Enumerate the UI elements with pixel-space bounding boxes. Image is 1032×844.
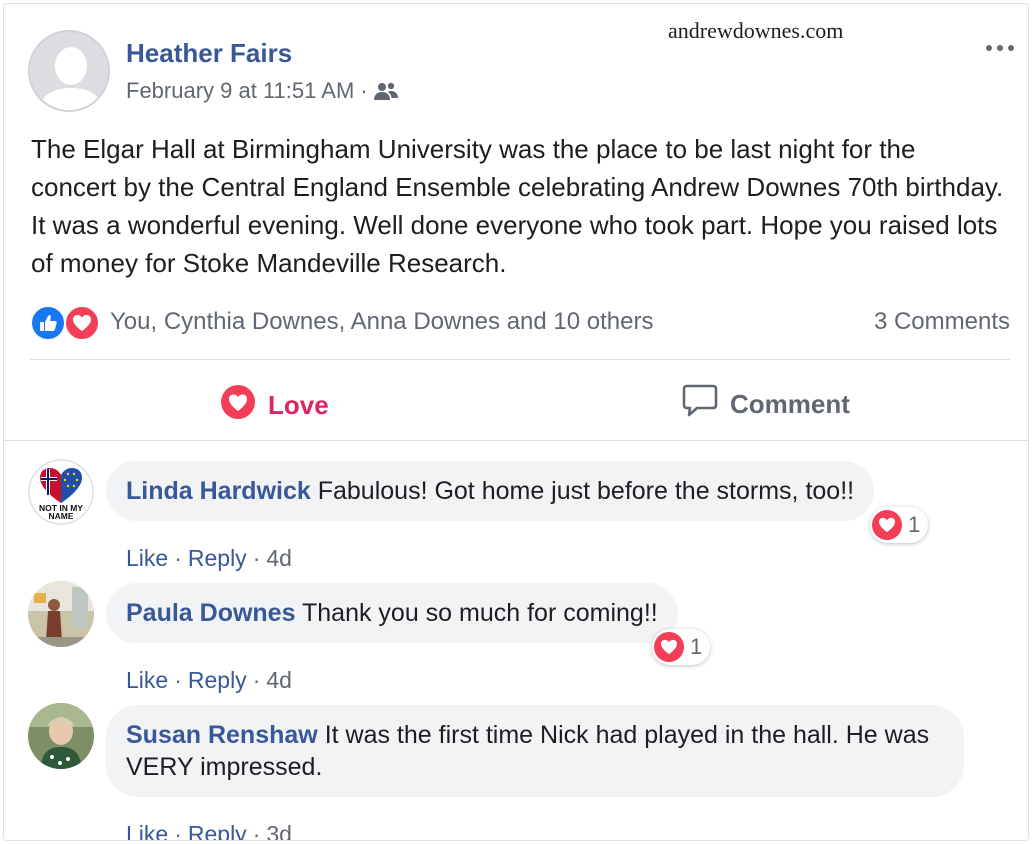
commenter-avatar[interactable] [28, 581, 94, 647]
comment-reaction-badge[interactable]: 1 [652, 629, 711, 665]
divider [30, 359, 1010, 360]
comment-reply-link[interactable]: Reply [188, 667, 247, 694]
comment-love-count: 1 [690, 634, 703, 659]
more-dot-icon [986, 45, 992, 51]
comment-love-count: 1 [908, 512, 921, 537]
more-options-button[interactable] [980, 38, 1020, 58]
svg-text:NAME: NAME [48, 511, 73, 521]
comment-like-link[interactable]: Like [126, 821, 168, 840]
more-dot-icon [1008, 45, 1014, 51]
comment-author-name[interactable]: Susan Renshaw [126, 721, 318, 749]
comment-button-label: Comment [730, 389, 850, 419]
comments-section: NOT IN MY NAME Linda Hardwick Fabulous! … [4, 440, 1028, 841]
comment-reply-link[interactable]: Reply [188, 821, 247, 840]
comment-actions: Like · Reply · 3d [126, 821, 292, 841]
reactors-list[interactable]: You, Cynthia Downes, Anna Downes and 10 … [110, 308, 653, 336]
separator-dot: · [252, 667, 261, 693]
profile-photo-icon [28, 703, 94, 769]
love-button[interactable]: Love [220, 384, 329, 427]
watermark-text: andrewdownes.com [668, 18, 844, 43]
like-reaction-icon [30, 305, 66, 341]
comment-age[interactable]: 3d [266, 821, 292, 840]
comment-like-link[interactable]: Like [126, 545, 168, 572]
comment-text: Thank you so much for coming!! [302, 599, 658, 627]
comment-text: Fabulous! Got home just before the storm… [317, 477, 855, 505]
comments-count-link[interactable]: 3 Comments [874, 308, 1010, 336]
comment-age[interactable]: 4d [266, 667, 292, 694]
comment-author-name[interactable]: Linda Hardwick [126, 477, 311, 505]
not-in-my-name-badge-icon: NOT IN MY NAME [28, 459, 94, 525]
reactions-summary[interactable]: You, Cynthia Downes, Anna Downes and 10 … [30, 304, 1010, 341]
separator-dot: · [252, 545, 261, 571]
comment-bubble: Paula Downes Thank you so much for comin… [106, 583, 678, 643]
post-card: andrewdownes.com Heather Fairs February … [3, 3, 1029, 841]
more-dot-icon [997, 45, 1003, 51]
post-meta: February 9 at 11:51 AM · [126, 78, 398, 104]
love-heart-icon [654, 632, 684, 662]
meta-separator: · [360, 78, 368, 103]
separator-dot: · [174, 821, 182, 841]
default-profile-silhouette-icon [30, 32, 108, 110]
comment-bubble: Susan Renshaw It was the first time Nick… [106, 705, 964, 797]
comment-bubble: Linda Hardwick Fabulous! Got home just b… [106, 461, 875, 521]
post-body-text: The Elgar Hall at Birmingham University … [31, 134, 1004, 278]
comment-bubble-icon [682, 384, 718, 425]
comment-actions: Like · Reply · 4d [126, 667, 292, 694]
comment-button[interactable]: Comment [682, 384, 850, 425]
profile-photo-icon [28, 581, 94, 647]
separator-dot: · [174, 545, 182, 571]
post-timestamp[interactable]: February 9 at 11:51 AM [126, 78, 354, 104]
comment-reply-link[interactable]: Reply [188, 545, 247, 572]
post-author-name[interactable]: Heather Fairs [126, 38, 292, 69]
reaction-icons [30, 304, 106, 341]
love-heart-icon [220, 384, 256, 427]
friends-icon[interactable] [373, 81, 398, 101]
comment-age[interactable]: 4d [266, 545, 292, 572]
comment-like-link[interactable]: Like [126, 667, 168, 694]
comment-reaction-badge[interactable]: 1 [870, 507, 929, 543]
comment-actions: Like · Reply · 4d [126, 545, 292, 572]
separator-dot: · [174, 667, 182, 693]
commenter-avatar[interactable]: NOT IN MY NAME [28, 459, 94, 525]
separator-dot: · [252, 821, 261, 841]
love-button-label: Love [268, 390, 329, 420]
comment-author-name[interactable]: Paula Downes [126, 599, 296, 627]
love-reaction-icon [64, 305, 100, 341]
love-heart-icon [872, 510, 902, 540]
author-avatar[interactable] [28, 30, 110, 112]
commenter-avatar[interactable] [28, 703, 94, 769]
